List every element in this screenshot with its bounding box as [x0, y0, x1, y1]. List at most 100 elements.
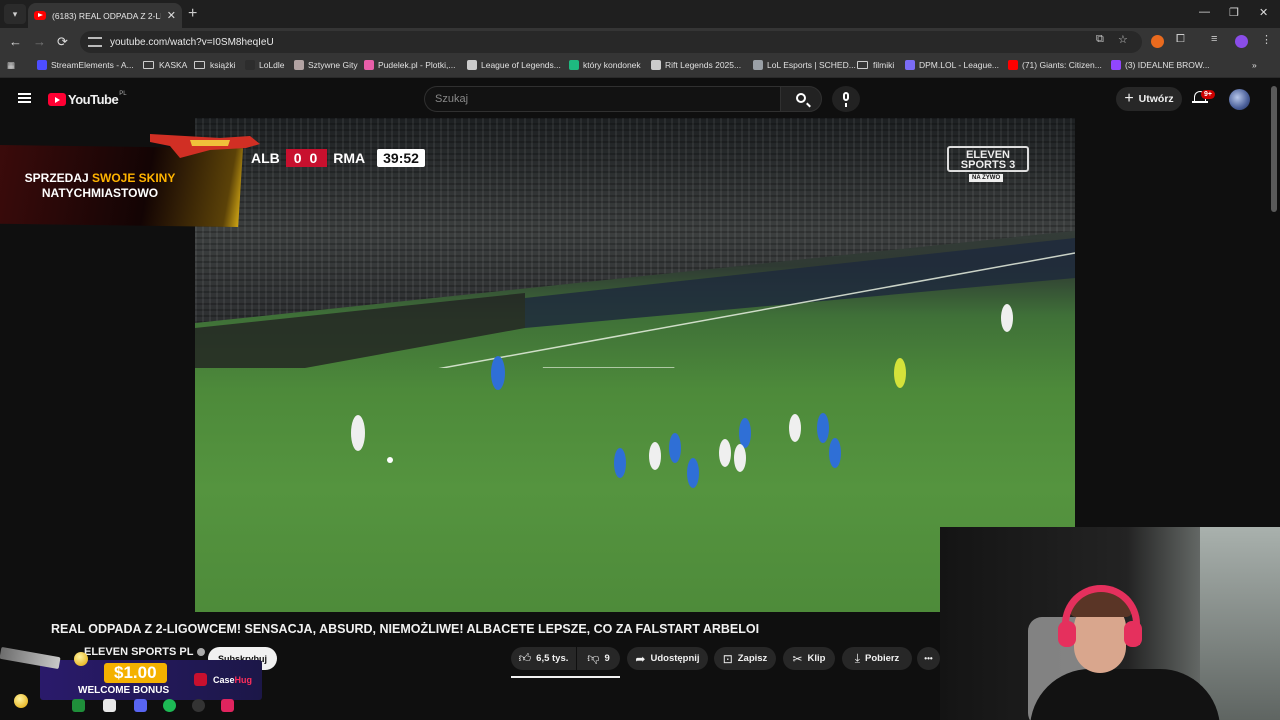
- youtube-wordmark: YouTube: [68, 92, 119, 107]
- taskbar-app-icon[interactable]: [221, 699, 234, 712]
- address-bar[interactable]: youtube.com/watch?v=I0SM8heqIeU: [80, 31, 1142, 53]
- taskbar-app-icon[interactable]: [192, 699, 205, 712]
- bookmark-item[interactable]: Rift Legends 2025...: [651, 60, 741, 70]
- forward-button[interactable]: →: [33, 34, 46, 49]
- dislike-button[interactable]: 👎︎ 9: [577, 647, 620, 670]
- page-scrollbar[interactable]: [1271, 86, 1277, 212]
- search-input[interactable]: [425, 87, 745, 111]
- casehug-brand-b: Hug: [234, 674, 253, 685]
- youtube-logo[interactable]: YouTube PL: [48, 91, 127, 107]
- search-icon: [796, 93, 806, 103]
- tab-close-icon[interactable]: ✕: [167, 9, 176, 22]
- bookmark-item[interactable]: Pudelek.pl - Plotki,...: [364, 60, 455, 70]
- bookmark-item[interactable]: książki: [194, 60, 236, 70]
- browser-menu-icon[interactable]: ⋮: [1261, 33, 1272, 46]
- bookmark-label: (3) IDEALNE BROW...: [1125, 60, 1210, 70]
- download-button[interactable]: ⤓ Pobierz: [842, 647, 912, 670]
- back-button[interactable]: ←: [9, 34, 22, 49]
- reload-button[interactable]: ⟳: [57, 34, 68, 50]
- bookmark-label: LoL Esports | SCHED...: [767, 60, 856, 70]
- browser-tab-active[interactable]: (6183) REAL ODPADA Z 2-LIGOWCEM! SENSACJ…: [28, 3, 182, 28]
- bookmark-item[interactable]: KASKA: [143, 60, 187, 70]
- tab-title: (6183) REAL ODPADA Z 2-LIGOWCEM! SENSACJ…: [52, 10, 161, 21]
- microphone-stem: [845, 103, 847, 107]
- thumbs-down-icon: 👎︎: [587, 651, 600, 665]
- spotify-icon[interactable]: [163, 699, 176, 712]
- bookmark-label: książki: [210, 60, 236, 70]
- background-wall: [1200, 527, 1280, 720]
- share-button[interactable]: ➦ Udostępnij: [627, 647, 708, 670]
- account-avatar[interactable]: [1229, 89, 1250, 110]
- bookmark-item[interactable]: filmiki: [857, 60, 894, 70]
- minimize-button[interactable]: —: [1199, 6, 1210, 18]
- bug-line-2: SPORTS 3: [960, 159, 1016, 171]
- dislike-count: 9: [604, 653, 610, 664]
- bookmark-star-icon[interactable]: ☆: [1118, 33, 1128, 46]
- extension-icon[interactable]: [1151, 35, 1164, 48]
- restore-button[interactable]: ❐: [1229, 6, 1239, 19]
- match-scoreboard: ALB 0 0 RMA 39:52: [245, 148, 425, 168]
- live-tag: NA ŻYWO: [969, 174, 1004, 182]
- download-icon: ⤓: [854, 651, 860, 665]
- discord-icon[interactable]: [134, 699, 147, 712]
- install-app-icon[interactable]: ⧉: [1096, 33, 1104, 46]
- like-ratio-underline: [511, 676, 620, 678]
- more-actions-button[interactable]: •••: [917, 647, 940, 670]
- match-score: 0 0: [285, 149, 328, 167]
- profile-avatar-icon[interactable]: [1235, 35, 1248, 48]
- apps-grid-icon[interactable]: ▦: [7, 60, 15, 71]
- bonus-amount: $1.00: [104, 663, 167, 683]
- streamer-shirt: [1030, 669, 1220, 720]
- search-box: [424, 86, 780, 112]
- reading-list-icon[interactable]: ≡: [1211, 33, 1217, 45]
- bookmark-item[interactable]: DPM.LOL - League...: [905, 60, 999, 70]
- clip-button[interactable]: ✂ Klip: [783, 647, 835, 670]
- bookmark-label: DPM.LOL - League...: [919, 60, 1000, 70]
- new-tab-button[interactable]: +: [188, 5, 197, 23]
- folder-icon: [857, 61, 868, 69]
- bookmark-item[interactable]: League of Legends...: [467, 60, 561, 70]
- voice-search-button[interactable]: [832, 86, 860, 112]
- tab-search-chevron-icon[interactable]: ▾: [4, 4, 26, 24]
- save-button[interactable]: ⊡ Zapisz: [714, 647, 776, 670]
- save-label: Zapisz: [737, 653, 768, 664]
- bookmark-label: StreamElements - A...: [51, 60, 134, 70]
- bookmark-label: KASKA: [159, 60, 188, 70]
- match-clock: 39:52: [377, 149, 425, 167]
- taskbar-app-icon[interactable]: [72, 699, 85, 712]
- bookmark-item[interactable]: (71) Giants: Citizen...: [1008, 60, 1102, 70]
- link-icon: [569, 60, 579, 70]
- bookmark-item[interactable]: (3) IDEALNE BROW...: [1111, 60, 1210, 70]
- bookmark-item[interactable]: który kondonek: [569, 60, 641, 70]
- riot-icon: [467, 60, 477, 70]
- guide-menu-icon[interactable]: [18, 93, 31, 103]
- skins-ad-line1b: SWOJE SKINY: [92, 171, 176, 185]
- bookmark-item[interactable]: LoL Esports | SCHED...: [753, 60, 856, 70]
- browser-tab-strip: ▾ (6183) REAL ODPADA Z 2-LIGOWCEM! SENSA…: [0, 0, 1280, 28]
- welcome-bonus-text: WELCOME BONUS: [78, 685, 170, 696]
- bookmark-item[interactable]: Sztywne Gity: [294, 60, 358, 70]
- headset-ear-left: [1058, 621, 1076, 647]
- taskbar-app-icon[interactable]: [103, 699, 116, 712]
- search-button[interactable]: [780, 86, 822, 112]
- bookmark-item[interactable]: LoLdle: [245, 60, 285, 70]
- folder-icon: [194, 61, 205, 69]
- close-window-button[interactable]: ✕: [1259, 6, 1268, 19]
- bookmark-icon: [294, 60, 304, 70]
- create-button[interactable]: + Utwórz: [1116, 87, 1182, 111]
- site-info-icon[interactable]: [88, 37, 102, 47]
- bookmark-item[interactable]: StreamElements - A...: [37, 60, 134, 70]
- like-button[interactable]: 👍︎ 6,5 tys.: [511, 647, 576, 670]
- casehug-logo: Case Hug: [194, 673, 252, 686]
- youtube-play-icon: [48, 93, 66, 106]
- coin-icon: [74, 652, 88, 666]
- casehug-logo-icon: [194, 673, 207, 686]
- headset-ear-right: [1124, 621, 1142, 647]
- share-label: Udostępnij: [650, 653, 700, 664]
- notification-count-badge: 9+: [1201, 90, 1215, 99]
- bookmark-label: Pudelek.pl - Plotki,...: [378, 60, 456, 70]
- bookmark-label: LoLdle: [259, 60, 285, 70]
- share-arrow-icon: ➦: [635, 651, 646, 666]
- more-bookmarks-icon[interactable]: »: [1252, 60, 1257, 70]
- extensions-puzzle-icon[interactable]: ⧠: [1176, 33, 1185, 46]
